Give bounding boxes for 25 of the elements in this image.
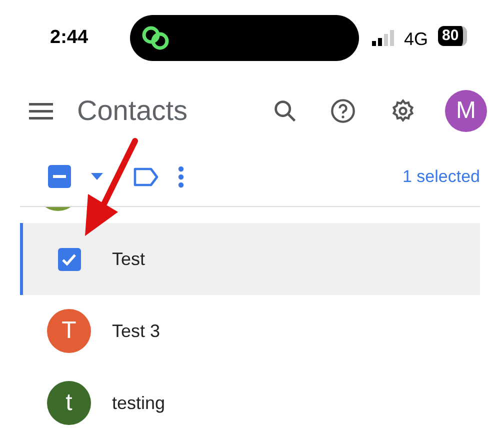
menu-icon[interactable] bbox=[29, 102, 53, 120]
network-label: 4G bbox=[404, 28, 428, 51]
app-title: Contacts bbox=[77, 94, 188, 128]
selection-count: 1 selected bbox=[402, 166, 480, 188]
contact-avatar: t bbox=[47, 381, 91, 425]
account-avatar[interactable]: M bbox=[445, 90, 487, 132]
contact-row[interactable]: T Test 3 bbox=[20, 295, 480, 367]
label-icon[interactable] bbox=[133, 166, 159, 186]
signal-icon bbox=[372, 30, 396, 46]
status-time: 2:44 bbox=[50, 26, 88, 50]
settings-icon[interactable] bbox=[390, 98, 416, 124]
contact-name: Test bbox=[112, 248, 146, 270]
checkmark-icon bbox=[61, 252, 77, 266]
select-all-checkbox[interactable] bbox=[48, 165, 71, 188]
contact-row[interactable]: Test bbox=[20, 223, 480, 295]
more-icon[interactable] bbox=[178, 166, 184, 188]
caret-icon[interactable] bbox=[91, 172, 103, 180]
help-icon[interactable] bbox=[330, 98, 356, 124]
checkbox[interactable] bbox=[58, 248, 80, 270]
contact-name: testing bbox=[112, 392, 166, 415]
battery-indicator: 80 bbox=[438, 26, 467, 46]
contact-name: Test 3 bbox=[112, 320, 160, 342]
contact-row[interactable]: t testing bbox=[20, 367, 480, 439]
contact-avatar: T bbox=[47, 309, 91, 353]
search-icon[interactable] bbox=[272, 98, 298, 124]
